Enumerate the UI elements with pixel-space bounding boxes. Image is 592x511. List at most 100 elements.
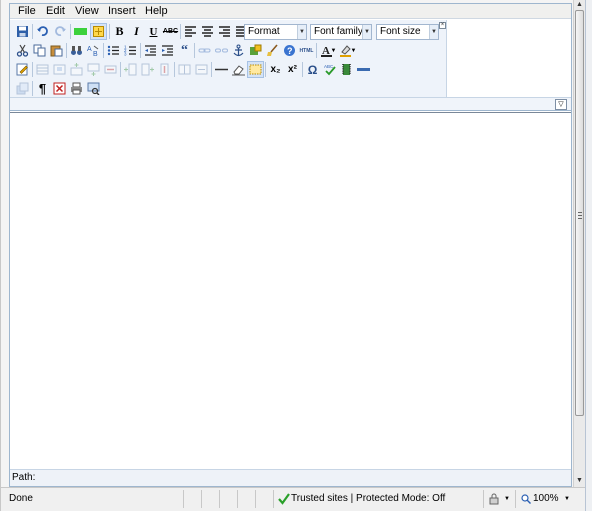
paste-button[interactable]	[48, 42, 65, 59]
toolbar-area: × B I U ABC Format ▼ Font family ▼ Font …	[10, 20, 447, 97]
menu-edit[interactable]: Edit	[46, 5, 65, 18]
redo-button[interactable]	[52, 23, 69, 40]
indent-icon	[162, 45, 173, 56]
insert-row-after-button[interactable]	[85, 61, 102, 78]
broom-icon	[267, 44, 278, 56]
delete-col-button[interactable]	[156, 61, 173, 78]
anchor-button[interactable]	[230, 42, 247, 59]
insert-layer-button[interactable]	[14, 80, 31, 97]
visual-aid-button[interactable]	[247, 61, 264, 78]
undo-button[interactable]	[34, 23, 51, 40]
cut-button[interactable]	[14, 42, 31, 59]
fullscreen-button[interactable]	[90, 23, 107, 40]
special-character-button[interactable]: Ω	[304, 61, 321, 78]
media-button[interactable]	[338, 61, 355, 78]
insert-row-before-button[interactable]	[68, 61, 85, 78]
format-select[interactable]: Format ▼	[244, 24, 307, 40]
status-divider	[201, 490, 219, 508]
find-button[interactable]	[68, 42, 85, 59]
underline-button[interactable]: U	[145, 23, 162, 40]
toolbar-separator	[302, 62, 303, 77]
copy-button[interactable]	[31, 42, 48, 59]
bold-button[interactable]: B	[111, 23, 128, 40]
link-button[interactable]	[196, 42, 213, 59]
delete-row-icon	[104, 65, 117, 74]
spellcheck-button[interactable]: ABC	[321, 61, 338, 78]
save-button[interactable]	[14, 23, 31, 40]
font-size-select[interactable]: Font size ▼	[376, 24, 439, 40]
binoculars-icon	[71, 46, 82, 55]
row-properties-button[interactable]	[34, 61, 51, 78]
help-button[interactable]: ?	[281, 42, 298, 59]
edit-document-icon	[16, 63, 28, 76]
zoom-control[interactable]: 100% ▼	[515, 490, 585, 508]
remove-format-button[interactable]	[230, 61, 247, 78]
horizontal-rule-button[interactable]	[213, 61, 230, 78]
table-row-icon	[36, 64, 49, 75]
split-cells-button[interactable]	[176, 61, 193, 78]
replace-button[interactable]: AB	[85, 42, 102, 59]
font-color-dropdown[interactable]: ▼	[330, 42, 337, 59]
layer-icon	[16, 82, 29, 95]
strikethrough-button[interactable]: ABC	[162, 23, 179, 40]
show-blocks-button[interactable]: ¶	[34, 80, 51, 97]
subscript-button[interactable]: x₂	[267, 61, 284, 78]
svg-text:?: ?	[287, 46, 293, 56]
protected-mode-button[interactable]: ▼	[483, 490, 515, 508]
toggle-toolbar-icon[interactable]: ▽	[555, 99, 567, 110]
preview-button[interactable]	[85, 80, 102, 97]
merge-cells-button[interactable]	[193, 61, 210, 78]
bullet-list-button[interactable]	[105, 42, 122, 59]
toolbar-row-4: ¶	[12, 80, 442, 97]
toolbar-separator	[265, 62, 266, 77]
cleanup-button[interactable]	[264, 42, 281, 59]
html-source-button[interactable]: HTML	[298, 42, 315, 59]
numbered-list-button[interactable]: 123	[122, 42, 139, 59]
cell-properties-button[interactable]	[51, 61, 68, 78]
toolbar-separator	[32, 81, 33, 96]
delete-button[interactable]	[51, 80, 68, 97]
menu-view[interactable]: View	[75, 5, 99, 18]
svg-text:A: A	[87, 46, 92, 53]
insert-col-after-button[interactable]	[139, 61, 156, 78]
scroll-up-icon[interactable]: ▲	[574, 0, 585, 10]
italic-button[interactable]: I	[128, 23, 145, 40]
align-right-button[interactable]	[216, 23, 233, 40]
print-button[interactable]	[68, 80, 85, 97]
editor-content-area[interactable]	[10, 112, 571, 469]
indent-button[interactable]	[159, 42, 176, 59]
toolbar-row-2: AB 123 “ ? HTML A ▼ ▼	[12, 42, 442, 59]
insert-image-button[interactable]	[247, 42, 264, 59]
blockquote-button[interactable]: “	[176, 42, 193, 59]
delete-row-button[interactable]	[102, 61, 119, 78]
superscript-button[interactable]: x²	[284, 61, 301, 78]
security-zone[interactable]: Trusted sites | Protected Mode: Off	[273, 490, 483, 508]
align-left-button[interactable]	[182, 23, 199, 40]
chevron-down-icon: ▼	[429, 25, 438, 39]
merge-cells-icon	[195, 64, 208, 75]
zoom-level: 100%	[533, 493, 559, 504]
strike-line-button[interactable]	[355, 61, 372, 78]
undo-icon	[37, 26, 48, 36]
vertical-scrollbar[interactable]: ▲ ▼	[573, 0, 585, 487]
menu-insert[interactable]: Insert	[108, 5, 136, 18]
scrollbar-thumb[interactable]	[575, 10, 584, 416]
outdent-button[interactable]	[142, 42, 159, 59]
bullet-list-icon	[107, 45, 119, 56]
align-center-icon	[202, 26, 213, 37]
background-color-dropdown[interactable]: ▼	[350, 42, 357, 59]
align-center-button[interactable]	[199, 23, 216, 40]
fullscreen-icon	[93, 26, 104, 37]
toolbar-separator	[109, 24, 110, 39]
unlink-button[interactable]	[213, 42, 230, 59]
paste-icon	[50, 45, 63, 57]
scroll-down-icon[interactable]: ▼	[574, 476, 585, 486]
delete-document-icon	[53, 82, 66, 95]
text-color-bar-button[interactable]	[72, 23, 89, 40]
svg-text:3: 3	[124, 52, 127, 57]
font-family-select[interactable]: Font family ▼	[310, 24, 372, 40]
insert-col-before-button[interactable]	[122, 61, 139, 78]
table-button[interactable]	[14, 61, 31, 78]
menu-file[interactable]: File	[18, 5, 36, 18]
menu-help[interactable]: Help	[145, 5, 168, 18]
